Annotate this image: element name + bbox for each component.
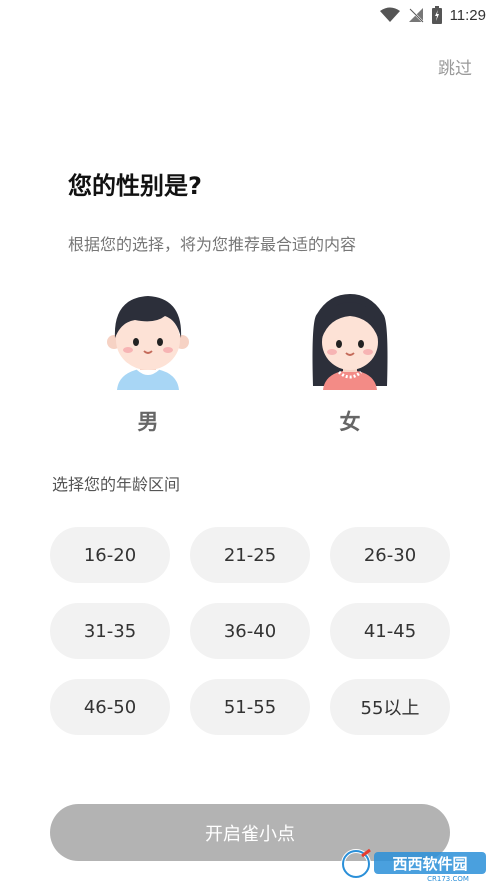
battery-icon (431, 6, 442, 24)
start-button[interactable]: 开启雀小点 (50, 804, 450, 861)
status-icons: 11:29 (379, 4, 486, 26)
wifi-icon (379, 7, 400, 23)
age-option-16-20[interactable]: 16-20 (50, 527, 170, 583)
age-section-title: 选择您的年龄区间 (52, 475, 181, 494)
girl-avatar-icon (290, 290, 410, 390)
skip-button[interactable]: 跳过 (438, 54, 472, 79)
gender-option-female[interactable]: 女 (290, 290, 410, 436)
status-bar: 11:29 (0, 0, 500, 30)
no-signal-icon (408, 7, 424, 23)
age-option-31-35[interactable]: 31-35 (50, 603, 170, 659)
gender-label-male: 男 (137, 410, 159, 434)
age-option-41-45[interactable]: 41-45 (330, 603, 450, 659)
age-option-51-55[interactable]: 51-55 (190, 679, 310, 735)
boy-avatar-icon (88, 290, 208, 390)
age-options-grid: 16-20 21-25 26-30 31-35 36-40 41-45 46-5… (50, 527, 450, 735)
age-option-55-plus[interactable]: 55以上 (330, 679, 450, 735)
age-option-36-40[interactable]: 36-40 (190, 603, 310, 659)
status-time: 11:29 (449, 6, 486, 24)
svg-text:CR173.COM: CR173.COM (427, 875, 469, 882)
page-title: 您的性别是? (68, 172, 202, 200)
age-option-26-30[interactable]: 26-30 (330, 527, 450, 583)
age-option-46-50[interactable]: 46-50 (50, 679, 170, 735)
gender-option-male[interactable]: 男 (88, 290, 208, 436)
age-option-21-25[interactable]: 21-25 (190, 527, 310, 583)
gender-label-female: 女 (339, 410, 361, 434)
page-subtitle: 根据您的选择，将为您推荐最合适的内容 (68, 235, 357, 254)
